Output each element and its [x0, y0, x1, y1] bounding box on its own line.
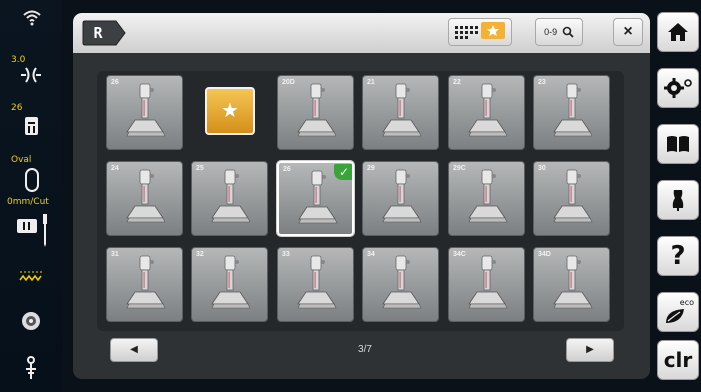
- presser-foot-tile[interactable]: 21: [362, 75, 439, 150]
- zigzag-stitch-icon[interactable]: [18, 268, 44, 284]
- presser-foot-tile[interactable]: 32: [191, 247, 268, 322]
- presser-foot-selection-panel: R 0-9 × 26 20D 21 22 23 24 25 26 ✓ 29 29…: [73, 13, 650, 379]
- foot-number-label: 25: [196, 165, 204, 172]
- presser-foot-tile[interactable]: 34C: [448, 247, 525, 322]
- panel-header: R 0-9 ×: [73, 13, 650, 53]
- presser-foot-image-icon: [382, 169, 422, 223]
- bobbin-icon[interactable]: [20, 310, 42, 332]
- presser-foot-tile[interactable]: 26 ✓: [277, 161, 354, 236]
- presser-foot-image-icon: [553, 83, 593, 137]
- tab-foot-letter: R: [93, 24, 103, 42]
- foot-number-label: 30: [538, 165, 546, 172]
- thread-tension-icon[interactable]: [22, 355, 40, 381]
- sewing-consultant-button[interactable]: [657, 180, 699, 220]
- page-indicator: 3/7: [358, 344, 372, 355]
- presser-foot-image-icon: [468, 83, 508, 137]
- leaf-icon: [666, 309, 684, 323]
- setup-button[interactable]: [657, 68, 699, 108]
- help-button[interactable]: ?: [657, 236, 699, 276]
- oval-buttonhole-icon[interactable]: [24, 167, 40, 193]
- presser-foot-image-icon: [297, 83, 337, 137]
- presser-foot-image-icon: [468, 169, 508, 223]
- foot-number-label: 26: [283, 166, 291, 173]
- presser-foot-tile[interactable]: 26: [106, 75, 183, 150]
- status-sidebar: 3.0 26 Oval 0mm/Cut: [0, 0, 62, 392]
- foot-number-label: 21: [367, 79, 375, 86]
- foot-number-label: 29: [367, 165, 375, 172]
- foot-number-label: 33: [282, 251, 290, 258]
- presser-foot-tile[interactable]: 23: [533, 75, 610, 150]
- next-page-button[interactable]: ▶: [566, 338, 614, 362]
- presser-foot-image-icon: [382, 83, 422, 137]
- home-icon: [668, 23, 688, 41]
- foot-number-label: 23: [538, 79, 546, 86]
- open-book-icon: [667, 136, 689, 152]
- foot-number-value: 26: [11, 103, 23, 113]
- foot-number-label: 22: [453, 79, 461, 86]
- needle-plate-icon[interactable]: [16, 218, 38, 234]
- foot-number-label: 32: [196, 251, 204, 258]
- dress-form-icon: [672, 190, 684, 211]
- prev-page-button[interactable]: ◀: [110, 338, 158, 362]
- presser-foot-image-icon: [297, 255, 337, 309]
- presser-foot-tile[interactable]: 34D: [533, 247, 610, 322]
- presser-foot-image-icon: [553, 255, 593, 309]
- cut-length-label: 0mm/Cut: [7, 197, 49, 207]
- presser-foot-image-icon: [126, 169, 166, 223]
- needle-icon[interactable]: [40, 214, 50, 248]
- presser-foot-tile[interactable]: 29C: [448, 161, 525, 236]
- presser-foot-tab[interactable]: R: [82, 20, 126, 46]
- presser-foot-tile[interactable]: 31: [106, 247, 183, 322]
- foot-number-label: 34C: [453, 251, 466, 258]
- presser-foot-image-icon: [126, 83, 166, 137]
- clear-button[interactable]: clr: [657, 340, 699, 380]
- eco-button[interactable]: eco: [657, 292, 699, 332]
- favorites-toggle-button[interactable]: [448, 18, 512, 46]
- favorite-star-button[interactable]: ★: [205, 87, 255, 135]
- eco-label: eco: [679, 298, 694, 307]
- foot-number-label: 34D: [538, 251, 551, 258]
- presser-foot-grid: 26 20D 21 22 23 24 25 26 ✓ 29 29C 30 31 …: [97, 71, 624, 331]
- presser-foot-tile[interactable]: 20D: [277, 75, 354, 150]
- foot-number-label: 24: [111, 165, 119, 172]
- presser-foot-tile[interactable]: 22: [448, 75, 525, 150]
- presser-foot-image-icon: [211, 169, 251, 223]
- presser-foot-image-icon: [126, 255, 166, 309]
- wifi-icon: [23, 10, 41, 26]
- presser-foot-image-icon: [382, 255, 422, 309]
- presser-foot-image-icon: [468, 255, 508, 309]
- presser-foot-tile[interactable]: 33: [277, 247, 354, 322]
- presser-foot-tile[interactable]: 24: [106, 161, 183, 236]
- numeric-search-label: 0-9: [544, 27, 558, 37]
- foot-number-label: 20D: [282, 79, 295, 86]
- close-button[interactable]: ×: [613, 18, 643, 46]
- presser-foot-tile[interactable]: 34: [362, 247, 439, 322]
- foot-number-label: 31: [111, 251, 119, 258]
- magnifier-icon: [562, 27, 574, 38]
- presser-foot-icon[interactable]: [24, 116, 40, 136]
- stitch-width-value: 3.0: [11, 55, 26, 65]
- home-button[interactable]: [657, 12, 699, 52]
- tutorial-button[interactable]: [657, 124, 699, 164]
- stitch-width-icon[interactable]: [18, 65, 44, 85]
- buttonhole-shape-label: Oval: [11, 155, 32, 165]
- settings-gear-icon: [664, 78, 692, 98]
- system-sidebar: ? eco clr: [655, 0, 701, 392]
- presser-foot-tile[interactable]: 29: [362, 161, 439, 236]
- presser-foot-tile[interactable]: 30: [533, 161, 610, 236]
- favorites-grid-icon: [455, 22, 505, 39]
- numeric-search-button[interactable]: 0-9: [535, 18, 583, 46]
- selected-check-icon: ✓: [334, 164, 352, 180]
- presser-foot-image-icon: [553, 169, 593, 223]
- presser-foot-tile[interactable]: 25: [191, 161, 268, 236]
- foot-number-label: 26: [111, 79, 119, 86]
- foot-number-label: 29C: [453, 165, 466, 172]
- foot-number-label: 34: [367, 251, 375, 258]
- presser-foot-image-icon: [211, 255, 251, 309]
